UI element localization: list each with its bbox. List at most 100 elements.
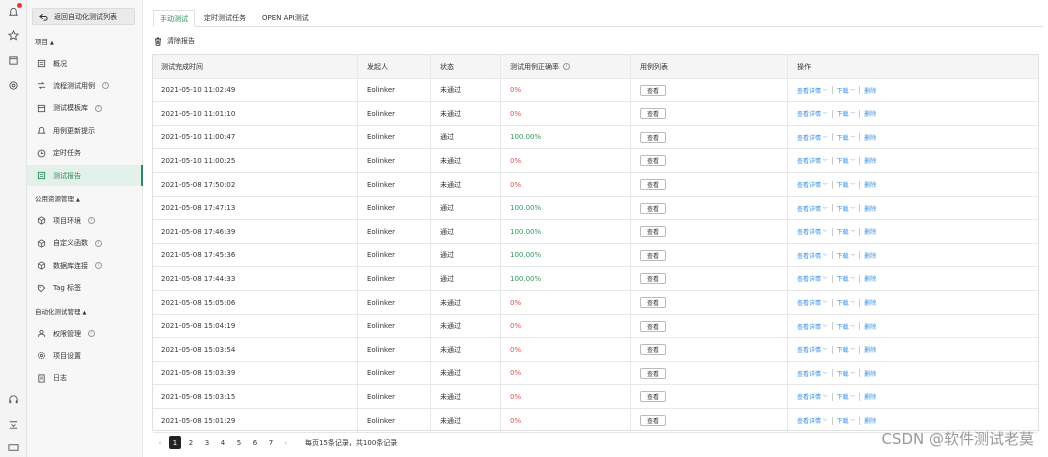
sidebar-section-1[interactable]: 公用资源管理 ▲ bbox=[35, 193, 80, 203]
view-detail-link[interactable]: 查看详情 ﹀ bbox=[797, 86, 828, 95]
delete-link[interactable]: 删除 bbox=[864, 156, 876, 165]
next-page-icon[interactable]: › bbox=[281, 439, 291, 447]
view-cases-button[interactable]: 查看 bbox=[640, 84, 667, 96]
delete-link[interactable]: 删除 bbox=[864, 345, 876, 354]
view-cases-button[interactable]: 查看 bbox=[640, 391, 667, 403]
page-1[interactable]: 1 bbox=[169, 436, 181, 449]
delete-link[interactable]: 删除 bbox=[864, 133, 876, 142]
info-icon[interactable]: i bbox=[102, 82, 109, 90]
delete-link[interactable]: 删除 bbox=[864, 204, 876, 213]
box-icon[interactable] bbox=[8, 55, 19, 66]
collapse-icon[interactable] bbox=[8, 419, 19, 430]
view-detail-link[interactable]: 查看详情 ﹀ bbox=[797, 369, 828, 378]
page-5[interactable]: 5 bbox=[233, 436, 245, 449]
view-cases-button[interactable]: 查看 bbox=[640, 131, 667, 143]
view-detail-link[interactable]: 查看详情 ﹀ bbox=[797, 204, 828, 213]
view-cases-button[interactable]: 查看 bbox=[640, 297, 667, 308]
view-detail-link[interactable]: 查看详情 ﹀ bbox=[797, 392, 828, 401]
view-detail-link[interactable]: 查看详情 ﹀ bbox=[797, 345, 828, 354]
clear-report-button[interactable]: 清除报告 bbox=[154, 36, 195, 46]
page-3[interactable]: 3 bbox=[201, 436, 213, 449]
sidebar-item[interactable]: 测试模板库 i bbox=[27, 98, 143, 119]
info-icon[interactable]: i bbox=[88, 217, 95, 225]
download-link[interactable]: 下载 ﹀ bbox=[837, 86, 856, 95]
download-link[interactable]: 下载 ﹀ bbox=[837, 392, 856, 401]
sidebar-item[interactable]: 项目环境 i bbox=[27, 210, 143, 231]
view-cases-button[interactable]: 查看 bbox=[640, 202, 667, 214]
download-link[interactable]: 下载 ﹀ bbox=[837, 156, 856, 165]
delete-link[interactable]: 删除 bbox=[864, 298, 876, 307]
view-detail-link[interactable]: 查看详情 ﹀ bbox=[797, 156, 828, 165]
tab-2[interactable]: OPEN API测试 bbox=[255, 9, 316, 26]
delete-link[interactable]: 删除 bbox=[864, 109, 876, 118]
delete-link[interactable]: 删除 bbox=[864, 369, 876, 378]
view-cases-button[interactable]: 查看 bbox=[640, 320, 667, 332]
view-detail-link[interactable]: 查看详情 ﹀ bbox=[797, 274, 828, 283]
view-cases-button[interactable]: 查看 bbox=[640, 108, 667, 120]
page-6[interactable]: 6 bbox=[249, 436, 261, 449]
download-link[interactable]: 下载 ﹀ bbox=[837, 345, 856, 354]
download-link[interactable]: 下载 ﹀ bbox=[837, 227, 856, 236]
view-detail-link[interactable]: 查看详情 ﹀ bbox=[797, 133, 828, 142]
sidebar-item[interactable]: 概况 bbox=[27, 53, 143, 74]
delete-link[interactable]: 删除 bbox=[864, 86, 876, 95]
sidebar-item[interactable]: 用例更新提示 bbox=[27, 120, 143, 141]
sidebar-item[interactable]: 权限管理 i bbox=[27, 323, 143, 344]
sidebar-section-0[interactable]: 项目 ▲ bbox=[35, 36, 54, 46]
keyboard-icon[interactable] bbox=[8, 442, 19, 453]
view-cases-button[interactable]: 查看 bbox=[640, 226, 667, 238]
headset-icon[interactable] bbox=[8, 394, 19, 405]
sidebar-item[interactable]: 流程测试用例 i bbox=[27, 75, 143, 96]
view-detail-link[interactable]: 查看详情 ﹀ bbox=[797, 227, 828, 236]
settings-icon[interactable] bbox=[8, 80, 19, 91]
page-2[interactable]: 2 bbox=[185, 436, 197, 449]
view-cases-button[interactable]: 查看 bbox=[640, 367, 667, 379]
prev-page-icon[interactable]: ‹ bbox=[155, 439, 165, 447]
view-cases-button[interactable]: 查看 bbox=[640, 155, 667, 167]
download-link[interactable]: 下载 ﹀ bbox=[837, 251, 856, 260]
download-link[interactable]: 下载 ﹀ bbox=[837, 322, 856, 331]
sidebar-item[interactable]: 数据库连接 i bbox=[27, 255, 143, 276]
page-7[interactable]: 7 bbox=[265, 436, 277, 449]
tab-1[interactable]: 定时测试任务 bbox=[197, 9, 253, 26]
download-link[interactable]: 下载 ﹀ bbox=[837, 180, 856, 189]
view-detail-link[interactable]: 查看详情 ﹀ bbox=[797, 416, 828, 425]
sidebar-item[interactable]: 项目设置 bbox=[27, 345, 143, 366]
download-link[interactable]: 下载 ﹀ bbox=[837, 369, 856, 378]
view-cases-button[interactable]: 查看 bbox=[640, 249, 667, 261]
delete-link[interactable]: 删除 bbox=[864, 251, 876, 260]
delete-link[interactable]: 删除 bbox=[864, 227, 876, 236]
sidebar-item[interactable]: 测试报告 bbox=[27, 165, 143, 186]
view-cases-button[interactable]: 查看 bbox=[640, 415, 667, 426]
delete-link[interactable]: 删除 bbox=[864, 322, 876, 331]
view-detail-link[interactable]: 查看详情 ﹀ bbox=[797, 251, 828, 260]
tab-0[interactable]: 手动测试 bbox=[153, 10, 195, 27]
view-detail-link[interactable]: 查看详情 ﹀ bbox=[797, 322, 828, 331]
view-cases-button[interactable]: 查看 bbox=[640, 179, 667, 190]
info-icon[interactable]: i bbox=[95, 262, 102, 270]
info-icon[interactable]: i bbox=[563, 63, 570, 70]
info-icon[interactable]: i bbox=[88, 330, 95, 337]
download-link[interactable]: 下载 ﹀ bbox=[837, 298, 856, 307]
delete-link[interactable]: 删除 bbox=[864, 180, 876, 189]
delete-link[interactable]: 删除 bbox=[864, 416, 876, 425]
notification-icon[interactable] bbox=[8, 7, 19, 18]
sidebar-item[interactable]: 定时任务 bbox=[27, 143, 143, 164]
sidebar-item[interactable]: 自定义函数 i bbox=[27, 233, 143, 254]
star-icon[interactable] bbox=[8, 30, 19, 41]
sidebar-item[interactable]: Tag 标签 bbox=[27, 278, 143, 299]
view-detail-link[interactable]: 查看详情 ﹀ bbox=[797, 180, 828, 189]
download-link[interactable]: 下载 ﹀ bbox=[837, 274, 856, 283]
back-to-list-button[interactable]: 返回自动化测试列表 bbox=[32, 8, 135, 25]
download-link[interactable]: 下载 ﹀ bbox=[837, 109, 856, 118]
delete-link[interactable]: 删除 bbox=[864, 274, 876, 283]
info-icon[interactable]: i bbox=[95, 239, 102, 247]
download-link[interactable]: 下载 ﹀ bbox=[837, 133, 856, 142]
download-link[interactable]: 下载 ﹀ bbox=[837, 416, 856, 425]
view-detail-link[interactable]: 查看详情 ﹀ bbox=[797, 109, 828, 118]
info-icon[interactable]: i bbox=[95, 104, 102, 112]
sidebar-item[interactable]: 日志 bbox=[27, 368, 143, 389]
download-link[interactable]: 下载 ﹀ bbox=[837, 204, 856, 213]
view-cases-button[interactable]: 查看 bbox=[640, 344, 667, 356]
view-detail-link[interactable]: 查看详情 ﹀ bbox=[797, 298, 828, 307]
